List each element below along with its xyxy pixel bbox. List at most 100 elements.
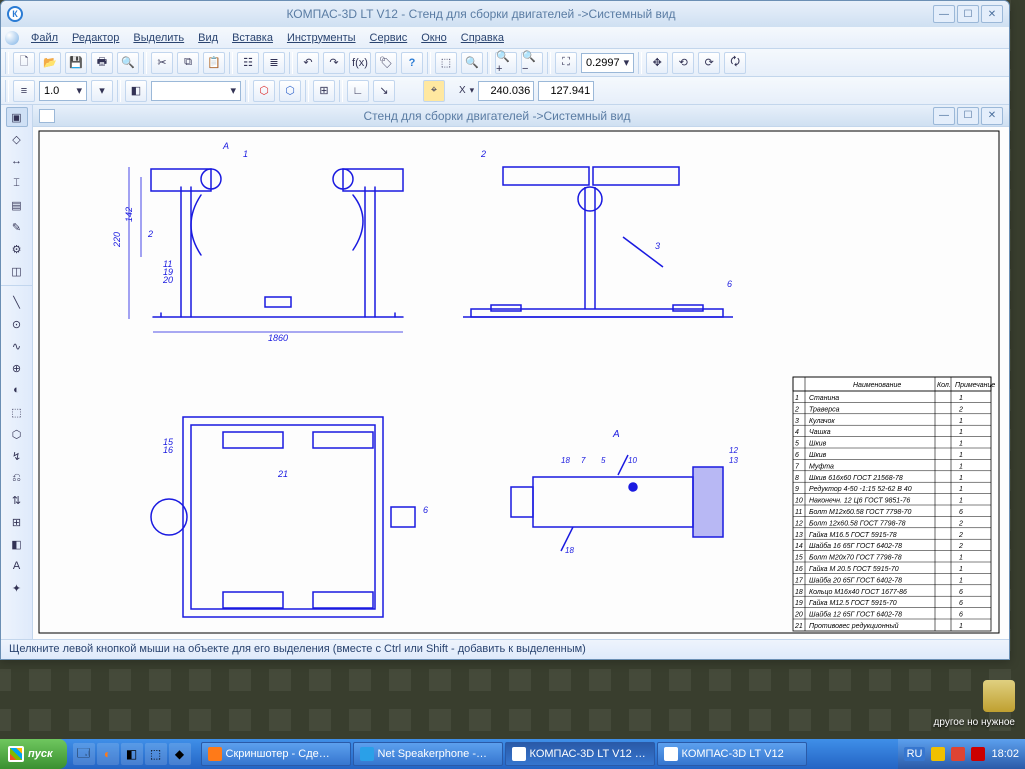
- cut-button[interactable]: ✂: [151, 52, 173, 74]
- dim-tool[interactable]: ↔: [6, 151, 28, 171]
- ql-app1[interactable]: ◧: [121, 743, 143, 765]
- linetype-button[interactable]: ≡: [13, 80, 35, 102]
- print-button[interactable]: 🖶: [91, 52, 113, 74]
- tool-d[interactable]: ⊕: [6, 358, 28, 378]
- zoom-dyn-button[interactable]: 🔍: [461, 52, 483, 74]
- tray-av-icon[interactable]: [971, 747, 985, 761]
- menu-service[interactable]: Сервис: [364, 30, 414, 46]
- doc-close-button[interactable]: ✕: [981, 107, 1003, 125]
- new-button[interactable]: 🗋: [13, 52, 35, 74]
- tray-shield-icon[interactable]: [931, 747, 945, 761]
- edit-tool[interactable]: ✎: [6, 217, 28, 237]
- copy-button[interactable]: ⧉: [177, 52, 199, 74]
- tool-a[interactable]: ╲: [6, 292, 28, 312]
- menu-tools[interactable]: Инструменты: [281, 30, 362, 46]
- style-select[interactable]: ▾: [151, 81, 241, 101]
- minimize-button[interactable]: —: [933, 5, 955, 23]
- start-button[interactable]: пуск: [0, 739, 67, 769]
- ortho-button[interactable]: ∟: [347, 80, 369, 102]
- zoom-value-select[interactable]: 0.2997▾: [581, 53, 634, 73]
- menu-insert[interactable]: Вставка: [226, 30, 279, 46]
- tool-n[interactable]: ✦: [6, 578, 28, 598]
- tool-l[interactable]: ◧: [6, 534, 28, 554]
- document-titlebar[interactable]: Стенд для сборки двигателей ->Системный …: [33, 105, 1009, 127]
- help-button[interactable]: ?: [401, 52, 423, 74]
- y-coord-field[interactable]: [538, 81, 594, 101]
- svg-text:Станина: Станина: [809, 395, 839, 402]
- svg-text:Шкив 616х60 ГОСТ 21568-78: Шкив 616х60 ГОСТ 21568-78: [809, 475, 903, 482]
- rounding-button[interactable]: ↘: [373, 80, 395, 102]
- lineweight-list[interactable]: ▾: [91, 80, 113, 102]
- zoom-prev-button[interactable]: ⟲: [672, 52, 694, 74]
- tool-m[interactable]: A: [6, 556, 28, 576]
- props-button[interactable]: ☷: [237, 52, 259, 74]
- menu-help[interactable]: Справка: [455, 30, 510, 46]
- tool-b[interactable]: ⊙: [6, 314, 28, 334]
- refresh-button[interactable]: 🗘: [724, 52, 746, 74]
- paste-button[interactable]: 📋: [203, 52, 225, 74]
- tool-g[interactable]: ⬡: [6, 424, 28, 444]
- undo-button[interactable]: ↶: [297, 52, 319, 74]
- svg-text:2: 2: [480, 149, 486, 159]
- menu-view[interactable]: Вид: [192, 30, 224, 46]
- tool-j[interactable]: ⇅: [6, 490, 28, 510]
- color-button[interactable]: ◧: [125, 80, 147, 102]
- zoom-in-button[interactable]: 🔍+: [495, 52, 517, 74]
- fx-button[interactable]: f(x): [349, 52, 371, 74]
- menu-window[interactable]: Окно: [415, 30, 453, 46]
- tool-e[interactable]: ◐: [6, 380, 28, 400]
- tool-k[interactable]: ⊞: [6, 512, 28, 532]
- local-cs-button[interactable]: ⌖: [423, 80, 445, 102]
- snap-on-button[interactable]: ⬡: [253, 80, 275, 102]
- line-weight-select[interactable]: 1.0▾: [39, 81, 87, 101]
- redraw-button[interactable]: ⟳: [698, 52, 720, 74]
- open-button[interactable]: 📂: [39, 52, 61, 74]
- close-button[interactable]: ✕: [981, 5, 1003, 23]
- system-tray[interactable]: RU 18:02: [898, 739, 1025, 769]
- text-tool[interactable]: ⌶: [6, 173, 28, 193]
- redo-button[interactable]: ↷: [323, 52, 345, 74]
- menu-file[interactable]: Файл: [25, 30, 64, 46]
- zoom-window-button[interactable]: ⬚: [435, 52, 457, 74]
- menu-editor[interactable]: Редактор: [66, 30, 125, 46]
- geom-tool[interactable]: ◇: [6, 129, 28, 149]
- tool-f[interactable]: ⬚: [6, 402, 28, 422]
- tray-red-icon[interactable]: [951, 747, 965, 761]
- hatch-tool[interactable]: ▤: [6, 195, 28, 215]
- task-kompas-active[interactable]: КОМПАС-3D LT V12 …: [505, 742, 655, 766]
- task-kompas[interactable]: КОМПАС-3D LT V12: [657, 742, 807, 766]
- menu-select[interactable]: Выделить: [127, 30, 190, 46]
- desktop-shortcut[interactable]: другое но нужное: [934, 680, 1015, 728]
- ql-app2[interactable]: ◆: [169, 743, 191, 765]
- layers-button[interactable]: ≣: [263, 52, 285, 74]
- snap-off-button[interactable]: ⬡: [279, 80, 301, 102]
- preview-button[interactable]: 🔍: [117, 52, 139, 74]
- doc-maximize-button[interactable]: ☐: [957, 107, 979, 125]
- x-coord-field[interactable]: [478, 81, 534, 101]
- task-screenshot[interactable]: Скриншотер - Сде…: [201, 742, 351, 766]
- save-button[interactable]: 💾: [65, 52, 87, 74]
- zoom-fit-button[interactable]: ⛶: [555, 52, 577, 74]
- doc-minimize-button[interactable]: —: [933, 107, 955, 125]
- svg-text:Болт М12х60.58 ГОСТ 7798-70: Болт М12х60.58 ГОСТ 7798-70: [809, 509, 911, 516]
- maximize-button[interactable]: ☐: [957, 5, 979, 23]
- lang-indicator[interactable]: RU: [904, 747, 926, 761]
- select-tool[interactable]: ▣: [6, 107, 28, 127]
- tool-h[interactable]: ↯: [6, 446, 28, 466]
- pan-button[interactable]: ✥: [646, 52, 668, 74]
- svg-text:6: 6: [795, 452, 799, 459]
- measure-tool[interactable]: ◫: [6, 261, 28, 281]
- vars-button[interactable]: 🏷: [375, 52, 397, 74]
- task-speakerphone[interactable]: Net Speakerphone -…: [353, 742, 503, 766]
- ql-explorer[interactable]: 🗔: [73, 743, 95, 765]
- tool-c[interactable]: ∿: [6, 336, 28, 356]
- grid-button[interactable]: ⊞: [313, 80, 335, 102]
- clock[interactable]: 18:02: [991, 748, 1019, 760]
- ql-desktop[interactable]: ⬚: [145, 743, 167, 765]
- drawing-canvas[interactable]: А 1 220 142 1860 2 11 19 20: [33, 127, 1009, 639]
- titlebar[interactable]: К КОМПАС-3D LT V12 - Стенд для сборки дв…: [1, 1, 1009, 27]
- zoom-out-button[interactable]: 🔍−: [521, 52, 543, 74]
- param-tool[interactable]: ⚙: [6, 239, 28, 259]
- tool-i[interactable]: ⎌: [6, 468, 28, 488]
- ql-firefox[interactable]: ◐: [97, 743, 119, 765]
